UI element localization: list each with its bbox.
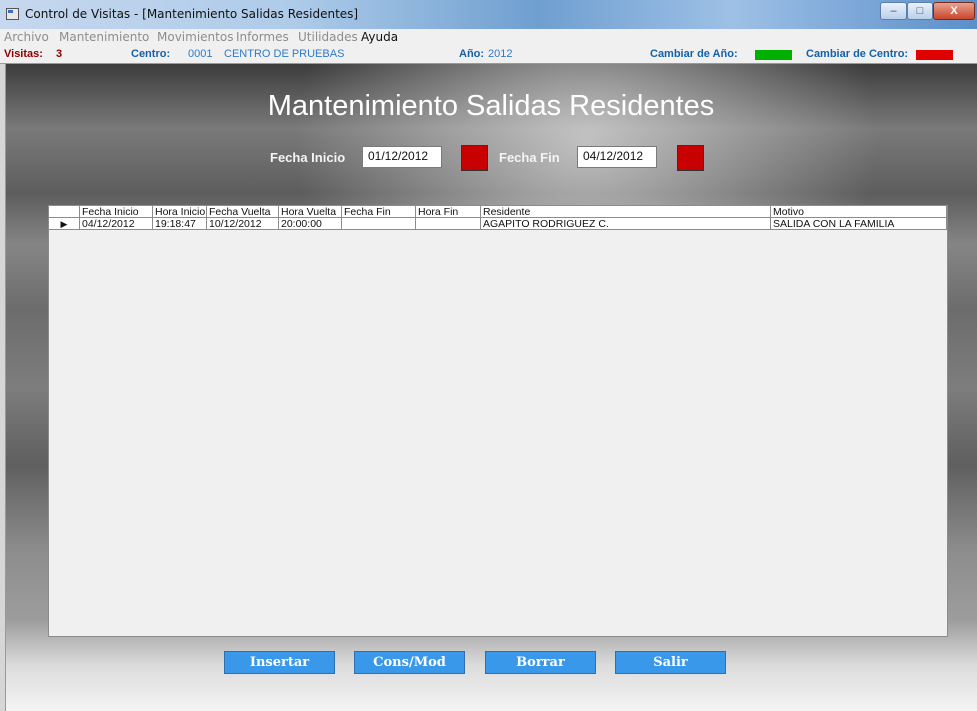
table-cell[interactable]: 10/12/2012	[207, 218, 279, 230]
fecha-fin-calendar-button[interactable]	[677, 145, 704, 171]
fecha-inicio-label: Fecha Inicio	[270, 150, 346, 165]
column-header[interactable]: Hora Vuelta	[279, 206, 342, 218]
anio-label: Año:	[459, 48, 485, 60]
cambiar-centro-label: Cambiar de Centro:	[806, 48, 909, 60]
fecha-fin-input[interactable]: 04/12/2012	[577, 146, 657, 168]
cons-mod-button[interactable]: Cons/Mod	[354, 651, 465, 674]
fecha-fin-label: Fecha Fin	[499, 150, 560, 165]
cambiar-centro-button[interactable]	[916, 50, 953, 60]
table-cell[interactable]: AGAPITO RODRIGUEZ C.	[481, 218, 771, 230]
table-cell[interactable]	[342, 218, 416, 230]
salidas-grid[interactable]: Fecha Inicio Hora Inicio Fecha Vuelta Ho…	[48, 205, 948, 637]
column-header[interactable]: Residente	[481, 206, 771, 218]
menu-ayuda[interactable]: Ayuda	[361, 30, 398, 44]
app-icon[interactable]	[6, 8, 19, 20]
column-header[interactable]: Fecha Vuelta	[207, 206, 279, 218]
fecha-inicio-calendar-button[interactable]	[461, 145, 488, 171]
grid-corner	[49, 206, 80, 218]
insertar-button[interactable]: Insertar	[224, 651, 335, 674]
salir-button[interactable]: Salir	[615, 651, 726, 674]
centro-name: CENTRO DE PRUEBAS	[224, 48, 345, 60]
main-panel: Mantenimiento Salidas Residentes Fecha I…	[0, 64, 977, 711]
menu-movimientos[interactable]: Movimientos	[157, 30, 233, 44]
status-bar: Visitas: 3 Centro: 0001 CENTRO DE PRUEBA…	[0, 46, 977, 64]
fecha-inicio-input[interactable]: 01/12/2012	[362, 146, 442, 168]
window-title: Control de Visitas - [Mantenimiento Sali…	[25, 7, 359, 21]
table-cell[interactable]: 19:18:47	[153, 218, 207, 230]
page-title: Mantenimiento Salidas Residentes	[267, 90, 715, 122]
column-header[interactable]: Fecha Inicio	[80, 206, 153, 218]
menu-informes[interactable]: Informes	[236, 30, 289, 44]
centro-label: Centro:	[131, 48, 171, 60]
table-cell[interactable]	[416, 218, 481, 230]
centro-code: 0001	[188, 48, 213, 60]
table-cell[interactable]: 20:00:00	[279, 218, 342, 230]
cambiar-anio-label: Cambiar de Año:	[650, 48, 738, 60]
menu-mantenimiento[interactable]: Mantenimiento	[59, 30, 149, 44]
column-header[interactable]: Motivo	[771, 206, 947, 218]
visitas-label: Visitas:	[4, 48, 43, 60]
column-header[interactable]: Hora Fin	[416, 206, 481, 218]
cambiar-anio-button[interactable]	[755, 50, 792, 60]
row-selector-icon[interactable]: ▶	[49, 218, 80, 230]
menu-archivo[interactable]: Archivo	[4, 30, 49, 44]
table-cell[interactable]: 04/12/2012	[80, 218, 153, 230]
anio-value: 2012	[488, 48, 513, 60]
visitas-count: 3	[56, 48, 63, 60]
menu-bar: Archivo Mantenimiento Movimientos Inform…	[0, 29, 977, 46]
minimize-button[interactable]: –	[880, 2, 907, 20]
menu-utilidades[interactable]: Utilidades	[298, 30, 358, 44]
maximize-button[interactable]: □	[907, 2, 933, 20]
table-row[interactable]: ▶ 04/12/2012 19:18:47 10/12/2012 20:00:0…	[49, 218, 947, 231]
column-header[interactable]: Fecha Fin	[342, 206, 416, 218]
borrar-button[interactable]: Borrar	[485, 651, 596, 674]
close-button[interactable]: X	[933, 2, 975, 20]
column-header[interactable]: Hora Inicio	[153, 206, 207, 218]
window-titlebar: Control de Visitas - [Mantenimiento Sali…	[0, 0, 977, 30]
frame-border	[0, 64, 6, 711]
table-cell[interactable]: SALIDA CON LA FAMILIA	[771, 218, 947, 230]
